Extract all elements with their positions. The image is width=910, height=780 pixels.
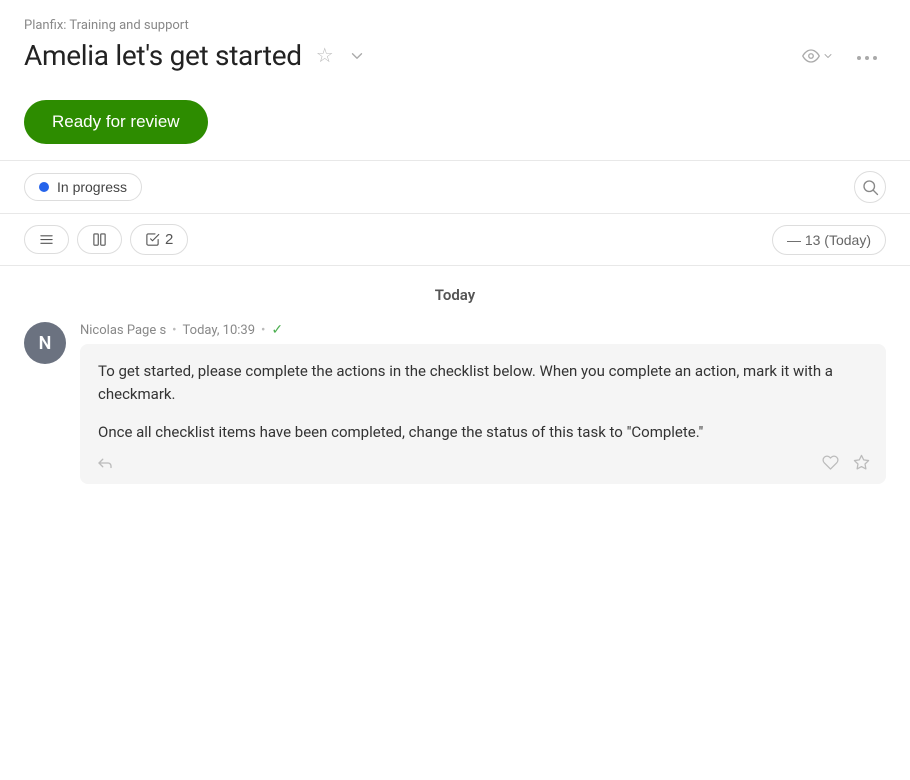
title-left: Amelia let's get started ☆ [24,39,370,72]
favorite-button[interactable] [849,452,874,473]
checklist-count: 2 [165,231,173,248]
message-bubble: To get started, please complete the acti… [80,344,886,484]
heart-icon [822,454,839,471]
chevron-down-icon [348,47,366,65]
title-icons: ☆ [312,39,370,72]
meta-separator: • [172,323,176,338]
status-dot [39,182,49,192]
message-paragraph-2: Once all checklist items have been compl… [98,421,868,444]
avatar-initial: N [39,333,52,354]
eye-icon [802,47,820,65]
columns-view-button[interactable] [77,225,122,254]
header: Planfix: Training and support Amelia let… [0,0,910,80]
breadcrumb: Planfix: Training and support [24,18,886,33]
list-icon [39,232,54,247]
ready-for-review-button[interactable]: Ready for review [24,100,208,144]
message-author: Nicolas Page s [80,323,166,338]
checklist-button[interactable]: 2 [130,224,188,255]
status-badge[interactable]: In progress [24,173,142,201]
status-bar: In progress [0,160,910,214]
star-icon: ☆ [316,43,334,68]
message-meta: Nicolas Page s • Today, 10:39 • ✓ [80,322,886,338]
toolbar: 2 — 13 (Today) [0,214,910,266]
list-view-button[interactable] [24,225,69,254]
bubble-actions [92,452,874,474]
search-icon [861,178,879,196]
search-button[interactable] [854,171,886,203]
status-label: In progress [57,179,127,195]
eye-button[interactable] [796,43,840,69]
like-button[interactable] [818,452,843,473]
reply-icon-svg [96,454,114,472]
date-badge-button[interactable]: — 13 (Today) [772,225,886,255]
message-paragraph-1: To get started, please complete the acti… [98,360,868,407]
reply-button[interactable] [92,452,118,474]
star-outline-icon [853,454,870,471]
title-right [796,40,886,71]
columns-icon [92,232,107,247]
chevron-down-button[interactable] [344,43,370,69]
action-area: Ready for review [0,80,910,160]
feed-section: Today N Nicolas Page s • Today, 10:39 • … [0,266,910,484]
more-dots-icon [856,55,878,61]
eye-chevron-icon [822,50,834,62]
title-row: Amelia let's get started ☆ [24,39,886,72]
toolbar-right: — 13 (Today) [772,225,886,255]
star-button[interactable]: ☆ [312,39,338,72]
avatar: N [24,322,66,364]
more-button[interactable] [848,40,886,71]
toolbar-left: 2 [24,224,188,255]
meta-separator-2: • [261,323,265,338]
bubble-right-actions [818,452,874,473]
message-content: Nicolas Page s • Today, 10:39 • ✓ To get… [80,322,886,484]
page-title: Amelia let's get started [24,39,302,72]
message-row: N Nicolas Page s • Today, 10:39 • ✓ To g… [24,322,886,484]
message-time: Today, 10:39 [183,323,255,338]
message-read-icon: ✓ [271,322,283,338]
checklist-icon [145,232,160,247]
day-label: Today [24,286,886,304]
